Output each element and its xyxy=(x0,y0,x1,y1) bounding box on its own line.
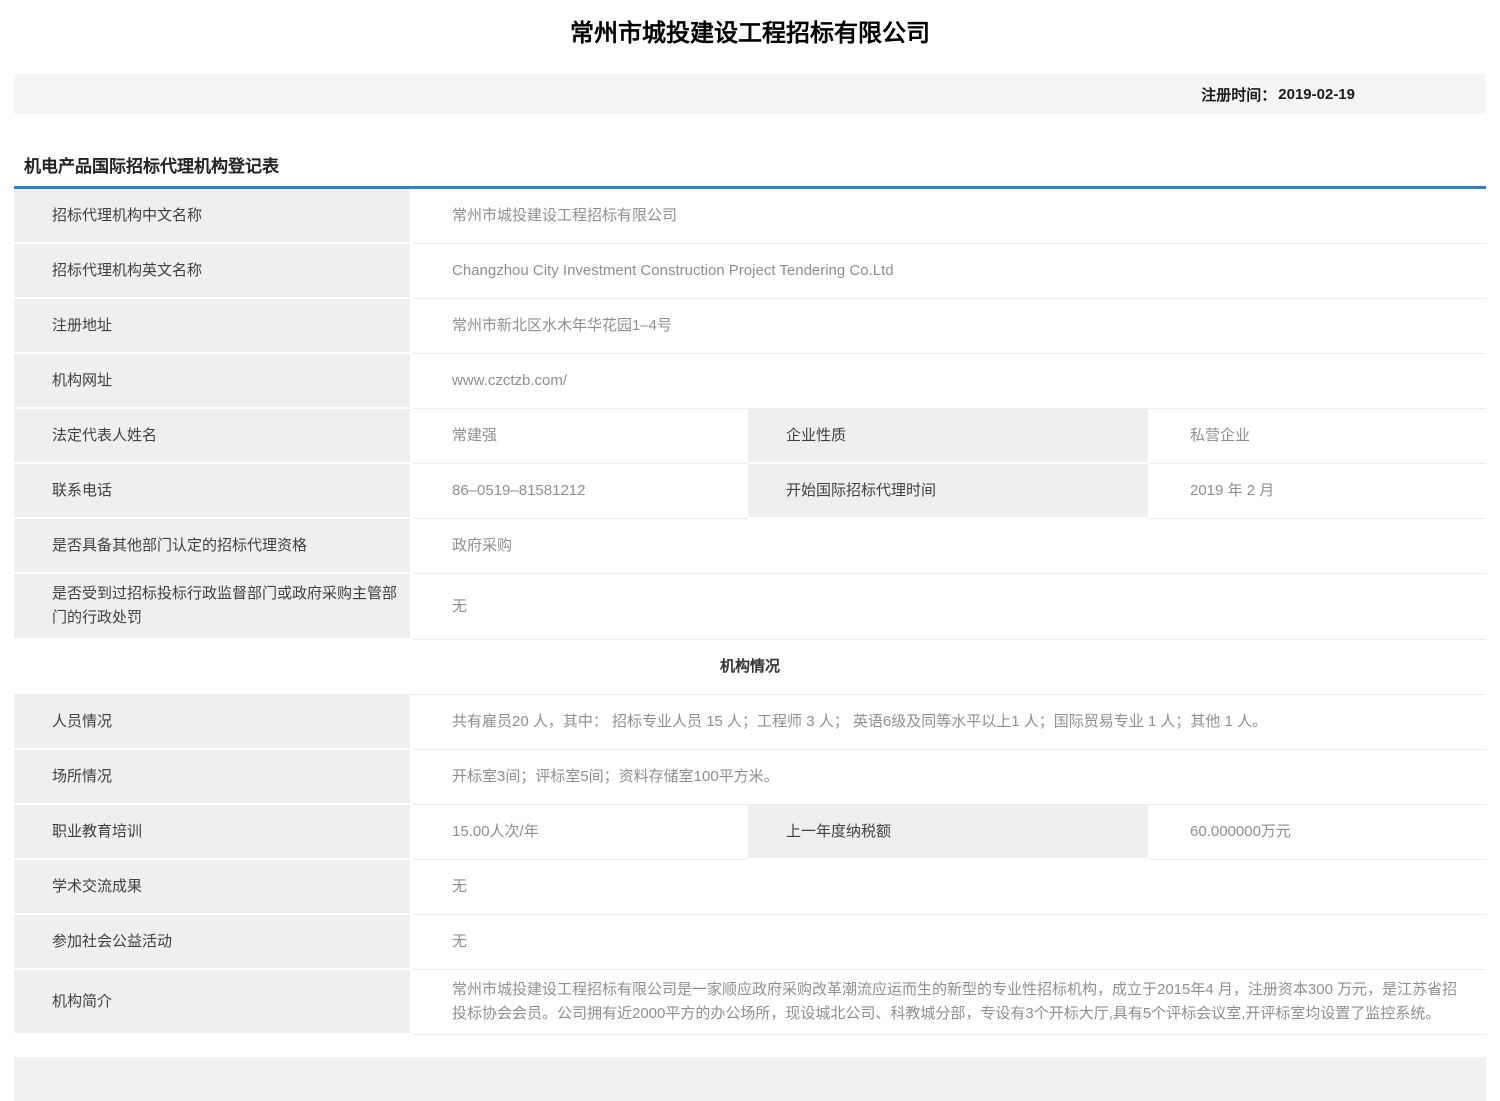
row-legal-rep: 法定代表人姓名 常建强 企业性质 私营企业 xyxy=(14,409,1486,464)
row-value: 86–0519–81581212 xyxy=(412,464,748,519)
row-value-2: 60.000000万元 xyxy=(1150,805,1486,860)
row-training: 职业教育培训 15.00人次/年 上一年度纳税额 60.000000万元 xyxy=(14,805,1486,860)
row-premises: 场所情况 开标室3间；评标室5间；资料存储室100平方米。 xyxy=(14,750,1486,805)
row-value: www.czctzb.com/ xyxy=(412,354,1486,409)
value-text: 15.00人次/年 xyxy=(452,820,539,844)
row-label: 法定代表人姓名 xyxy=(14,409,412,464)
row-personnel: 人员情况 共有雇员20 人，其中： 招标专业人员 15 人；工程师 3 人； 英… xyxy=(14,695,1486,750)
row-cn-name: 招标代理机构中文名称 常州市城投建设工程招标有限公司 xyxy=(14,189,1486,244)
row-label-2: 上一年度纳税额 xyxy=(748,805,1150,860)
website-text: www.czctzb.com/ xyxy=(452,369,567,393)
value-text: 2019 年 2 月 xyxy=(1190,479,1274,503)
row-value-2: 2019 年 2 月 xyxy=(1150,464,1486,519)
value-text: 60.000000万元 xyxy=(1190,820,1291,844)
label-text: 是否具备其他部门认定的招标代理资格 xyxy=(52,534,307,558)
value-text: 无 xyxy=(452,595,467,619)
value-text: 86–0519–81581212 xyxy=(452,479,585,503)
value-text: 私营企业 xyxy=(1190,424,1250,448)
value-text: 无 xyxy=(452,930,467,954)
label-text: 注册地址 xyxy=(52,314,112,338)
row-label: 招标代理机构英文名称 xyxy=(14,244,412,299)
row-label-2: 企业性质 xyxy=(748,409,1150,464)
register-time-value: 2019-02-19 xyxy=(1278,86,1355,103)
row-label: 职业教育培训 xyxy=(14,805,412,860)
label-text: 开始国际招标代理时间 xyxy=(786,479,936,503)
row-label: 是否具备其他部门认定的招标代理资格 xyxy=(14,519,412,574)
value-text: 开标室3间；评标室5间；资料存储室100平方米。 xyxy=(452,765,779,789)
section-title: 机电产品国际招标代理机构登记表 xyxy=(14,156,1486,178)
register-time-bar: 注册时间： 2019-02-19 xyxy=(14,74,1486,114)
register-time-label: 注册时间： xyxy=(1201,84,1276,105)
row-label: 场所情况 xyxy=(14,750,412,805)
bottom-bar xyxy=(14,1057,1486,1101)
label-text: 招标代理机构中文名称 xyxy=(52,204,202,228)
row-value: 无 xyxy=(412,860,1486,915)
value-text: 无 xyxy=(452,875,467,899)
row-value: 常州市城投建设工程招标有限公司是一家顺应政府采购改革潮流应运而生的新型的专业性招… xyxy=(412,970,1486,1035)
row-value: 无 xyxy=(412,574,1486,640)
section-header-text: 机构情况 xyxy=(720,655,780,679)
row-label: 联系电话 xyxy=(14,464,412,519)
row-charity: 参加社会公益活动 无 xyxy=(14,915,1486,970)
row-penalty: 是否受到过招标投标行政监督部门或政府采购主管部门的行政处罚 无 xyxy=(14,574,1486,640)
label-text: 法定代表人姓名 xyxy=(52,424,157,448)
value-text: 常州市城投建设工程招标有限公司是一家顺应政府采购改革潮流应运而生的新型的专业性招… xyxy=(452,978,1462,1026)
row-value: 政府采购 xyxy=(412,519,1486,574)
row-value: 15.00人次/年 xyxy=(412,805,748,860)
value-text: 共有雇员20 人，其中： 招标专业人员 15 人；工程师 3 人； 英语6级及同… xyxy=(452,710,1267,734)
label-text: 企业性质 xyxy=(786,424,846,448)
row-website: 机构网址 www.czctzb.com/ xyxy=(14,354,1486,409)
label-text: 参加社会公益活动 xyxy=(52,930,172,954)
row-contact: 联系电话 86–0519–81581212 开始国际招标代理时间 2019 年 … xyxy=(14,464,1486,519)
row-label-2: 开始国际招标代理时间 xyxy=(748,464,1150,519)
row-value: 开标室3间；评标室5间；资料存储室100平方米。 xyxy=(412,750,1486,805)
label-text: 场所情况 xyxy=(52,765,112,789)
row-label: 机构简介 xyxy=(14,970,412,1035)
row-section-header: 机构情况 xyxy=(14,640,1486,695)
section-head: 机电产品国际招标代理机构登记表 xyxy=(14,156,1486,189)
label-text: 招标代理机构英文名称 xyxy=(52,259,202,283)
value-text: 常州市新北区水木年华花园1–4号 xyxy=(452,314,672,338)
label-text: 人员情况 xyxy=(52,710,112,734)
row-label: 招标代理机构中文名称 xyxy=(14,189,412,244)
row-value-2: 私营企业 xyxy=(1150,409,1486,464)
value-text: 常州市城投建设工程招标有限公司 xyxy=(452,204,677,228)
label-text: 上一年度纳税额 xyxy=(786,820,891,844)
row-profile: 机构简介 常州市城投建设工程招标有限公司是一家顺应政府采购改革潮流应运而生的新型… xyxy=(14,970,1486,1035)
row-value: 常建强 xyxy=(412,409,748,464)
row-label: 机构网址 xyxy=(14,354,412,409)
row-address: 注册地址 常州市新北区水木年华花园1–4号 xyxy=(14,299,1486,354)
label-text: 学术交流成果 xyxy=(52,875,142,899)
label-text: 职业教育培训 xyxy=(52,820,142,844)
page-title: 常州市城投建设工程招标有限公司 xyxy=(0,0,1500,50)
value-text: 常建强 xyxy=(452,424,497,448)
value-text: Changzhou City Investment Construction P… xyxy=(452,259,894,283)
section-header-cell: 机构情况 xyxy=(14,640,1486,695)
row-value: 无 xyxy=(412,915,1486,970)
row-label: 学术交流成果 xyxy=(14,860,412,915)
row-value: 常州市城投建设工程招标有限公司 xyxy=(412,189,1486,244)
row-en-name: 招标代理机构英文名称 Changzhou City Investment Con… xyxy=(14,244,1486,299)
row-label: 人员情况 xyxy=(14,695,412,750)
registration-table: 招标代理机构中文名称 常州市城投建设工程招标有限公司 招标代理机构英文名称 Ch… xyxy=(14,189,1486,1035)
label-text: 联系电话 xyxy=(52,479,112,503)
row-value: 常州市新北区水木年华花园1–4号 xyxy=(412,299,1486,354)
row-other-qualification: 是否具备其他部门认定的招标代理资格 政府采购 xyxy=(14,519,1486,574)
row-academic: 学术交流成果 无 xyxy=(14,860,1486,915)
row-value: 共有雇员20 人，其中： 招标专业人员 15 人；工程师 3 人； 英语6级及同… xyxy=(412,695,1486,750)
value-text: 政府采购 xyxy=(452,534,512,558)
label-text: 机构简介 xyxy=(52,990,112,1014)
row-label: 注册地址 xyxy=(14,299,412,354)
row-label: 参加社会公益活动 xyxy=(14,915,412,970)
row-value: Changzhou City Investment Construction P… xyxy=(412,244,1486,299)
row-label: 是否受到过招标投标行政监督部门或政府采购主管部门的行政处罚 xyxy=(14,574,412,640)
label-text: 机构网址 xyxy=(52,369,112,393)
label-text: 是否受到过招标投标行政监督部门或政府采购主管部门的行政处罚 xyxy=(52,582,400,630)
